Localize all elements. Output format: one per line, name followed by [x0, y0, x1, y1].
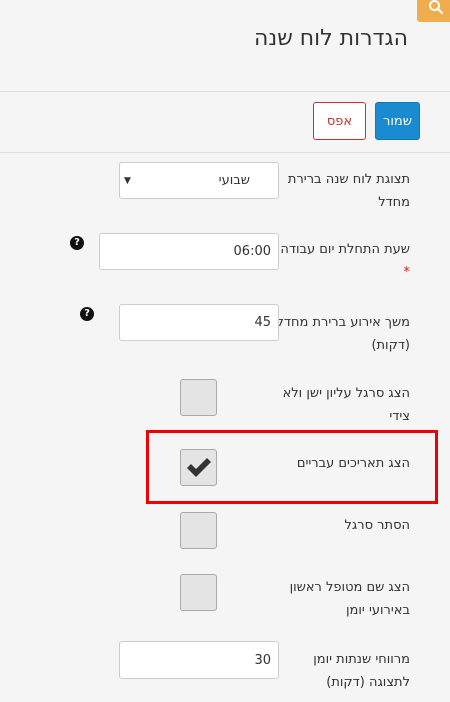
- patient-first-name-label: הצג שם מטופל ראשון באירועי יומן: [289, 580, 410, 618]
- save-button[interactable]: שמור: [375, 102, 420, 140]
- hebrew-dates-label: הצג תאריכים עבריים: [296, 456, 410, 471]
- calendar-interval-label: מרווחי שנתות יומן לתצוגה (דקות): [313, 652, 410, 690]
- search-icon: [429, 0, 444, 15]
- hebrew-dates-checkbox[interactable]: [180, 449, 217, 486]
- search-button[interactable]: [417, 0, 450, 22]
- required-asterisk: *: [403, 265, 411, 280]
- page-title: הגדרות לוח שנה: [254, 26, 408, 51]
- calendar-interval-input[interactable]: 30: [119, 641, 279, 679]
- default-view-value: שבועי: [218, 173, 250, 188]
- checkmark-icon: [187, 458, 211, 477]
- patient-first-name-checkbox[interactable]: [180, 574, 217, 611]
- default-view-select[interactable]: שבועי ▼: [119, 162, 279, 199]
- event-duration-label: משך אירוע ברירת מחדל (דקות): [276, 315, 411, 353]
- dropdown-arrow-icon: ▼: [124, 175, 131, 186]
- question-circle-icon[interactable]: ?: [70, 236, 84, 250]
- old-topbar-checkbox[interactable]: [180, 379, 217, 416]
- old-topbar-label: הצג סרגל עליון ישן ולא צידי: [282, 386, 410, 424]
- hide-bar-label: הסתר סרגל: [344, 518, 410, 533]
- divider: [0, 152, 450, 153]
- default-view-label: תצוגת לוח שנה ברירת מחדל: [287, 172, 410, 210]
- workday-start-label: שעת התחלת יום עבודה *: [280, 242, 411, 280]
- event-duration-input[interactable]: 45: [119, 304, 279, 341]
- reset-button[interactable]: אפס: [313, 102, 366, 140]
- hide-bar-checkbox[interactable]: [180, 512, 217, 549]
- divider: [0, 91, 450, 92]
- workday-start-input[interactable]: 06:00: [99, 233, 279, 270]
- question-circle-icon[interactable]: ?: [80, 307, 94, 321]
